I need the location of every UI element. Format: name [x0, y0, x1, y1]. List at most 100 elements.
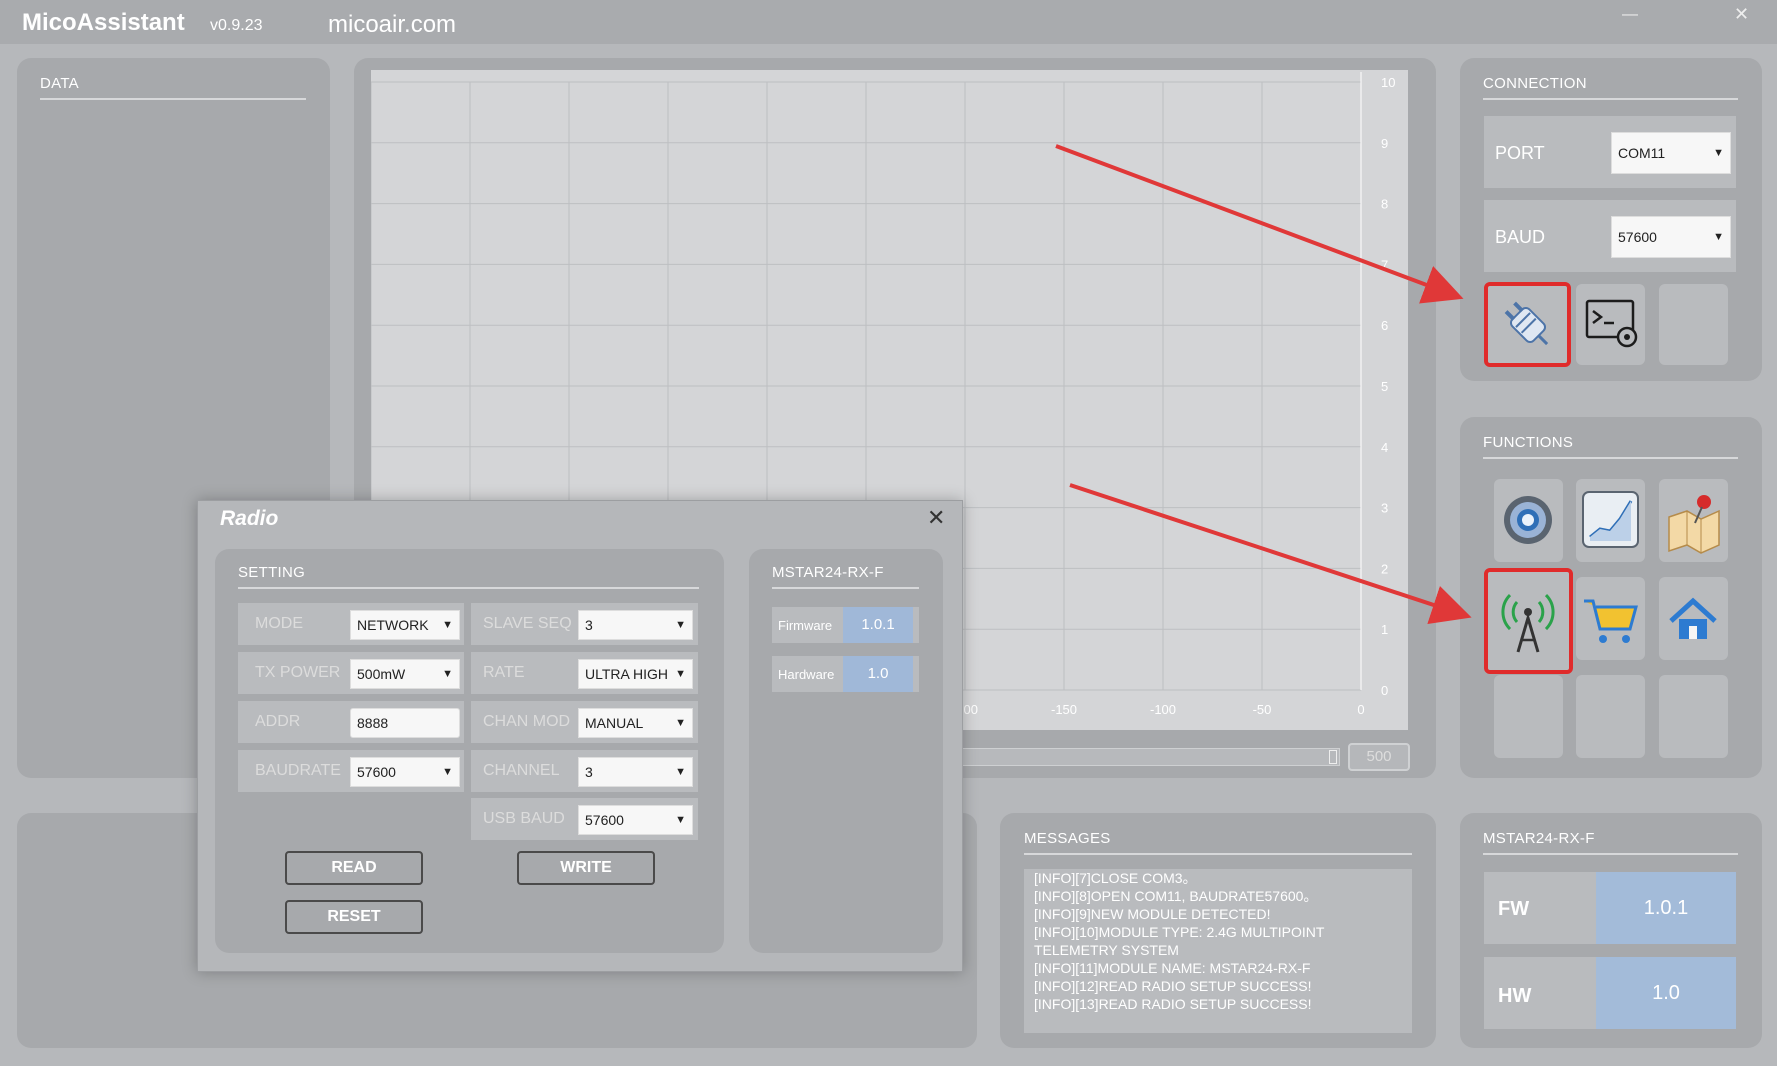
chart-function-button[interactable] [1576, 479, 1645, 562]
chanmod-label: CHAN MOD [483, 713, 571, 730]
chanmod-row: CHAN MOD MANUAL ▼ [471, 701, 698, 743]
chevron-down-icon: ▼ [675, 766, 686, 778]
slaveseq-value: 3 [585, 617, 593, 633]
usbbaud-select[interactable]: 57600 ▼ [578, 805, 693, 835]
chart-range-slider[interactable] [958, 748, 1340, 766]
line-chart-icon [1582, 491, 1639, 548]
radio-dialog: Radio ✕ SETTING MODE NETWORK ▼ TX POWER … [197, 500, 963, 972]
gear-icon [1504, 496, 1552, 544]
chart-range-input[interactable]: 500 [1348, 743, 1410, 771]
chanmod-select[interactable]: MANUAL ▼ [578, 708, 693, 738]
empty-function-slot [1659, 675, 1728, 758]
reset-button[interactable]: RESET [285, 900, 423, 934]
baud-select[interactable]: 57600 ▼ [1611, 216, 1731, 258]
hw-value: 1.0 [1596, 957, 1736, 1029]
mode-select[interactable]: NETWORK ▼ [350, 610, 460, 640]
fw-label: FW [1498, 898, 1530, 920]
y-tick-label: 3 [1381, 501, 1388, 516]
x-tick-label: -100 [1150, 702, 1176, 717]
chanmod-value: MANUAL [585, 715, 644, 731]
map-function-button[interactable] [1659, 479, 1728, 562]
message-line: [INFO][11]MODULE NAME: MSTAR24-RX-F [1034, 960, 1311, 976]
chevron-down-icon: ▼ [442, 766, 453, 778]
x-tick-label: -150 [1051, 702, 1077, 717]
chevron-down-icon: ▼ [675, 668, 686, 680]
baudrate-select[interactable]: 57600 ▼ [350, 757, 460, 787]
chevron-down-icon: ▼ [675, 619, 686, 631]
empty-connection-slot [1659, 284, 1728, 365]
baudrate-label: BAUDRATE [255, 762, 341, 779]
x-tick-label: -50 [1253, 702, 1272, 717]
map-pin-icon [1668, 495, 1720, 554]
home-function-button[interactable] [1659, 577, 1728, 660]
terminal-settings-button[interactable] [1576, 284, 1645, 365]
y-tick-label: 9 [1381, 136, 1388, 151]
close-icon[interactable]: ✕ [927, 505, 945, 531]
baudrate-row: BAUDRATE 57600 ▼ [238, 750, 464, 792]
module-info-title: MSTAR24-RX-F [1483, 830, 1595, 847]
slaveseq-label: SLAVE SEQ [483, 615, 572, 632]
firmware-label: Firmware [778, 618, 833, 633]
addr-input[interactable]: 8888 [350, 708, 460, 738]
y-tick-label: 2 [1381, 561, 1388, 576]
app-version: v0.9.23 [210, 17, 263, 34]
message-line: [INFO][8]OPEN COM11, BAUDRATE57600。 [1034, 888, 1318, 904]
functions-divider [1483, 457, 1738, 459]
slaveseq-row: SLAVE SEQ 3 ▼ [471, 603, 698, 645]
rate-select[interactable]: ULTRA HIGH ▼ [578, 659, 693, 689]
connection-divider [1483, 98, 1738, 100]
connect-button[interactable] [1484, 282, 1571, 367]
message-line: [INFO][7]CLOSE COM3。 [1034, 870, 1197, 886]
channel-select[interactable]: 3 ▼ [578, 757, 693, 787]
mode-row: MODE NETWORK ▼ [238, 603, 464, 645]
port-value: COM11 [1618, 145, 1666, 161]
baud-value: 57600 [1618, 229, 1657, 245]
fw-row: FW 1.0.1 [1484, 872, 1736, 944]
y-tick-label: 7 [1381, 257, 1388, 272]
chevron-down-icon: ▼ [442, 619, 453, 631]
fw-value: 1.0.1 [1596, 872, 1736, 944]
txpower-row: TX POWER 500mW ▼ [238, 652, 464, 694]
chevron-down-icon: ▼ [675, 814, 686, 826]
setting-title: SETTING [238, 564, 306, 581]
shop-function-button[interactable] [1576, 577, 1645, 660]
module-section-divider [772, 587, 919, 589]
module-info-divider [1483, 853, 1738, 855]
txpower-label: TX POWER [255, 664, 341, 681]
settings-function-button[interactable] [1494, 479, 1563, 562]
module-section-title: MSTAR24-RX-F [772, 564, 884, 581]
slaveseq-select[interactable]: 3 ▼ [578, 610, 693, 640]
home-icon [1669, 597, 1717, 639]
messages-log[interactable]: [INFO][7]CLOSE COM3。 [INFO][8]OPEN COM11… [1024, 869, 1412, 1033]
y-tick-label: 8 [1381, 197, 1388, 212]
y-tick-label: 5 [1381, 379, 1388, 394]
baud-row: BAUD 57600 ▼ [1484, 200, 1736, 272]
title-bar [0, 0, 1777, 44]
chevron-down-icon: ▼ [675, 717, 686, 729]
txpower-select[interactable]: 500mW ▼ [350, 659, 460, 689]
firmware-value: 1.0.1 [843, 607, 913, 643]
read-button[interactable]: READ [285, 851, 423, 885]
port-select[interactable]: COM11 ▼ [1611, 132, 1731, 174]
minimize-icon[interactable]: — [1622, 6, 1638, 24]
radio-function-button[interactable] [1484, 568, 1573, 674]
antenna-tower-icon [1501, 593, 1555, 653]
port-row: PORT COM11 ▼ [1484, 116, 1736, 188]
message-line: [INFO][9]NEW MODULE DETECTED! [1034, 906, 1271, 922]
baud-label: BAUD [1495, 227, 1546, 247]
slider-handle[interactable] [1329, 750, 1337, 764]
mode-value: NETWORK [357, 617, 429, 633]
shopping-cart-icon [1584, 599, 1638, 643]
functions-title: FUNCTIONS [1483, 434, 1574, 451]
data-panel-divider [40, 98, 306, 100]
hardware-row: Hardware 1.0 [772, 656, 919, 692]
write-button[interactable]: WRITE [517, 851, 655, 885]
app-name: MicoAssistant [22, 9, 185, 36]
setting-divider [238, 587, 699, 589]
addr-row: ADDR 8888 [238, 701, 464, 743]
rate-label: RATE [483, 664, 525, 681]
message-line: TELEMETRY SYSTEM [1034, 942, 1179, 958]
close-icon[interactable]: ✕ [1734, 4, 1749, 25]
empty-function-slot [1494, 675, 1563, 758]
y-tick-label: 0 [1381, 683, 1388, 698]
